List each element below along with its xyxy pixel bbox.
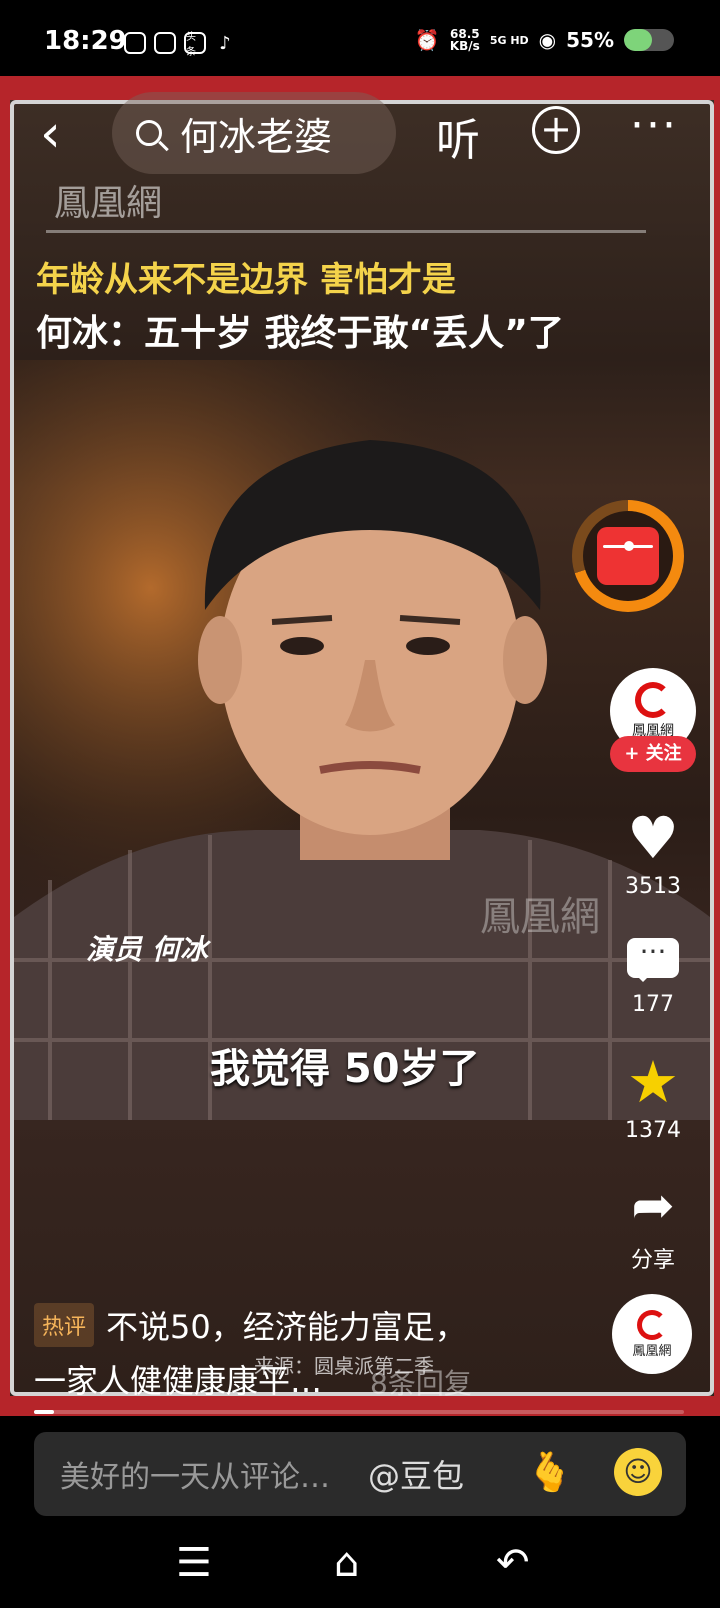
video-progress-bar[interactable]: [34, 1410, 684, 1414]
reply-count[interactable]: 8条回复: [370, 1362, 472, 1402]
favorite-button[interactable]: ★ 1374: [610, 1052, 696, 1143]
comment-input[interactable]: 美好的一天从评论… @豆包 🫰 ☺: [34, 1432, 686, 1516]
video-frame[interactable]: 鳳凰網 年龄从来不是边界 害怕才是 何冰：五十岁 我终于敢“丢人”了 鳳凰網 演…: [10, 100, 714, 1396]
net-speed-unit: KB/s: [449, 39, 480, 53]
emoji-smile-icon[interactable]: ☺: [614, 1448, 662, 1496]
listen-button[interactable]: 听: [436, 104, 480, 168]
notification-icons: 头条 ♪: [124, 32, 236, 58]
search-box[interactable]: 何冰老婆: [112, 92, 396, 174]
corner-watermark: 鳳凰網: [480, 894, 600, 940]
menu-nav-icon[interactable]: ☰: [176, 1540, 212, 1586]
wifi-icon: ◉: [538, 28, 557, 52]
share-icon: ➦: [631, 1176, 675, 1236]
heart-hand-emoji-icon[interactable]: 🫰: [526, 1450, 573, 1495]
mention-doubao[interactable]: @豆包: [368, 1451, 464, 1497]
channel-watermark: 鳳凰網: [54, 183, 163, 224]
star-icon: ★: [627, 1048, 679, 1116]
alarm-icon: ⏰: [414, 28, 440, 52]
toutiao-icon: 头条: [184, 32, 206, 58]
tiktok-icon: ♪: [219, 32, 231, 54]
video-progress-fill: [34, 1410, 54, 1414]
app-notification-icon: [124, 32, 146, 54]
headline-line1: 年龄从来不是边界 害怕才是: [36, 260, 456, 300]
network-speed: 68.5 KB/s: [450, 28, 480, 52]
back-nav-icon[interactable]: ↶: [496, 1540, 530, 1586]
search-icon: [136, 120, 162, 146]
video-subtitle: 我觉得 50岁了: [210, 1046, 480, 1092]
comment-button[interactable]: ··· 177: [610, 938, 696, 1017]
speaker-figure: [10, 360, 714, 1120]
music-label: 鳳凰網: [632, 1343, 672, 1359]
comment-icon: ···: [627, 938, 679, 982]
signal-icon: 5G HD: [489, 33, 529, 47]
speaker-caption: 演员 何冰: [86, 933, 208, 966]
more-icon[interactable]: ···: [630, 100, 678, 151]
home-nav-icon[interactable]: ⌂: [334, 1540, 359, 1586]
battery-percent: 55%: [566, 28, 614, 52]
comment-placeholder: 美好的一天从评论…: [60, 1460, 330, 1495]
headline-line2: 何冰：五十岁 我终于敢“丢人”了: [36, 313, 564, 354]
red-packet-inner: [583, 511, 673, 601]
heart-icon: ♥: [627, 804, 679, 872]
system-nav-bar: ☰ ⌂ ↶: [0, 1530, 720, 1608]
headline-divider: [46, 230, 646, 233]
music-disc[interactable]: 鳳凰網: [612, 1294, 692, 1374]
hot-comment[interactable]: 热评 不说50，经济能力富足，: [34, 1302, 467, 1348]
battery-fill: [624, 29, 652, 51]
system-indicators: ⏰ 68.5 KB/s 5G HD ◉ 55%: [415, 28, 674, 52]
like-button[interactable]: ♥ 3513: [610, 808, 696, 899]
app-notification-icon: [154, 32, 176, 54]
search-query: 何冰老婆: [180, 114, 333, 159]
favorite-count: 1374: [625, 1118, 681, 1143]
red-packet-button[interactable]: [572, 500, 684, 612]
share-button[interactable]: ➦ 分享: [610, 1176, 696, 1274]
ifeng-logo-icon: [637, 1309, 667, 1340]
clock: 18:29: [44, 26, 127, 56]
battery-icon: [624, 29, 674, 51]
comment-count: 177: [632, 992, 674, 1017]
add-button[interactable]: +: [532, 106, 580, 154]
follow-button[interactable]: + 关注: [610, 736, 696, 772]
status-bar: 18:29 头条 ♪ ⏰ 68.5 KB/s 5G HD ◉ 55%: [0, 0, 720, 76]
hot-comment-text: 不说50，经济能力富足，: [106, 1308, 467, 1346]
like-count: 3513: [625, 874, 681, 899]
back-button[interactable]: ‹: [40, 108, 61, 160]
red-envelope-icon: [597, 527, 659, 585]
hot-comment-tag: 热评: [34, 1303, 95, 1347]
share-label: 分享: [630, 1248, 675, 1273]
ifeng-logo-icon: [635, 682, 671, 718]
